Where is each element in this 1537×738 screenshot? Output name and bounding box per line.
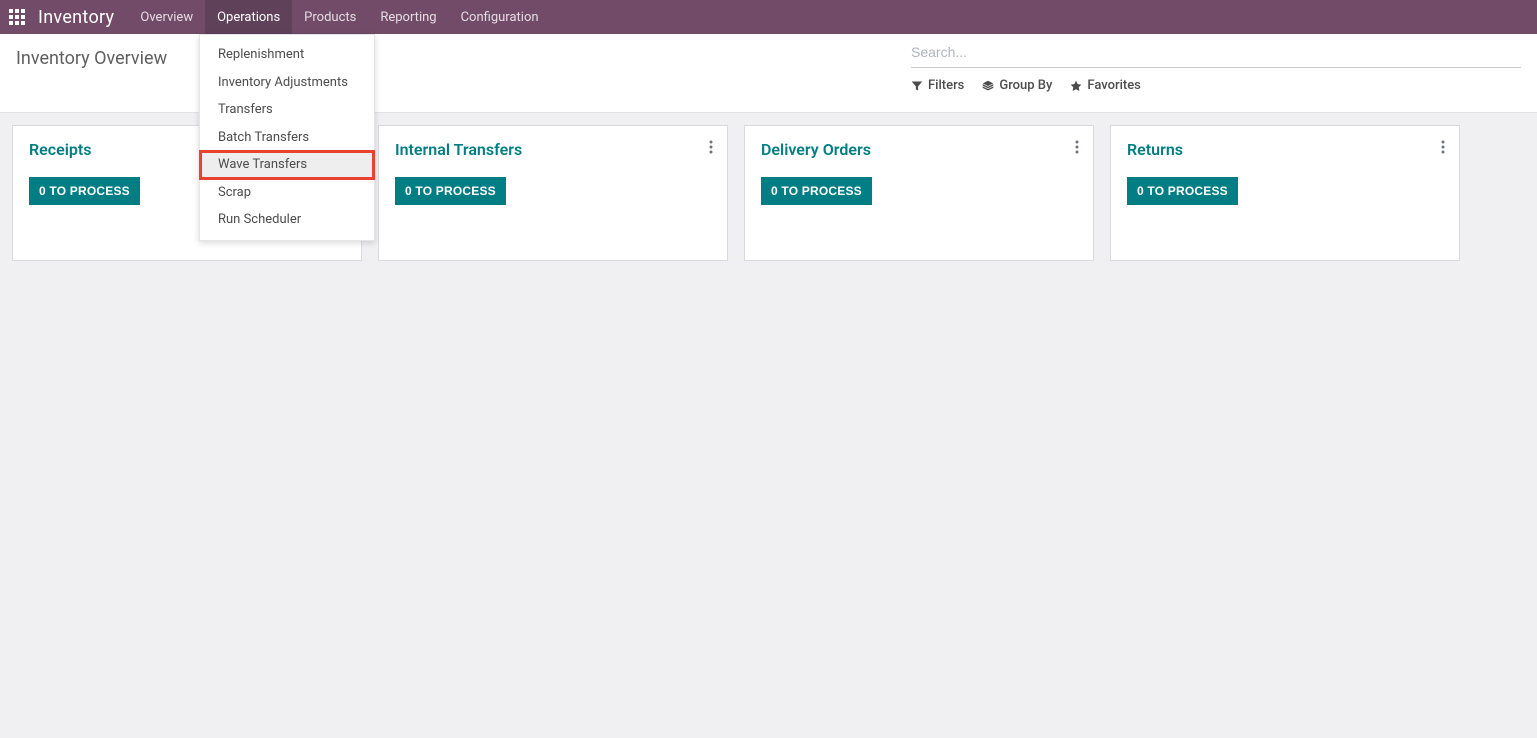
dropdown-inventory-adjustments[interactable]: Inventory Adjustments [200,69,374,97]
layers-icon [982,80,994,92]
dropdown-replenishment[interactable]: Replenishment [200,41,374,69]
card-internal-transfers[interactable]: Internal Transfers 0 TO PROCESS [378,125,728,261]
breadcrumb: Inventory Overview [16,34,167,112]
nav-menu: Overview Operations Products Reporting C… [128,0,550,34]
dots-vertical-icon [1075,140,1079,154]
apps-icon[interactable] [0,0,34,34]
search-wrap [911,44,1521,68]
card-title: Internal Transfers [395,140,711,159]
groupby-button[interactable]: Group By [982,78,1052,93]
dropdown-run-scheduler[interactable]: Run Scheduler [200,206,374,234]
filter-icon [911,80,923,92]
card-menu-button[interactable] [1437,136,1449,162]
nav-products[interactable]: Products [292,0,368,34]
card-menu-button[interactable] [1071,136,1083,162]
card-title: Returns [1127,140,1443,159]
operations-dropdown: Replenishment Inventory Adjustments Tran… [199,34,375,241]
dots-vertical-icon [709,140,713,154]
dropdown-wave-transfers[interactable]: Wave Transfers [200,151,374,179]
card-menu-button[interactable] [705,136,717,162]
dropdown-batch-transfers[interactable]: Batch Transfers [200,124,374,152]
nav-reporting[interactable]: Reporting [368,0,448,34]
app-brand[interactable]: Inventory [34,7,128,28]
star-icon [1070,80,1082,92]
search-options: Filters Group By Favorites [911,78,1521,93]
process-button[interactable]: 0 TO PROCESS [1127,177,1238,205]
dropdown-transfers[interactable]: Transfers [200,96,374,124]
dots-vertical-icon [1441,140,1445,154]
search-panel: Filters Group By Favorites [911,34,1521,112]
filters-button[interactable]: Filters [911,78,964,93]
card-delivery-orders[interactable]: Delivery Orders 0 TO PROCESS [744,125,1094,261]
nav-operations[interactable]: Operations [205,0,292,34]
apps-grid-icon [9,9,25,25]
dropdown-scrap[interactable]: Scrap [200,179,374,207]
process-button[interactable]: 0 TO PROCESS [395,177,506,205]
top-navbar: Inventory Overview Operations Products R… [0,0,1537,34]
favorites-label: Favorites [1087,78,1140,93]
favorites-button[interactable]: Favorites [1070,78,1140,93]
nav-configuration[interactable]: Configuration [449,0,551,34]
groupby-label: Group By [999,78,1052,93]
search-input[interactable] [911,44,1521,60]
filters-label: Filters [928,78,964,93]
card-returns[interactable]: Returns 0 TO PROCESS [1110,125,1460,261]
card-title: Delivery Orders [761,140,1077,159]
process-button[interactable]: 0 TO PROCESS [29,177,140,205]
nav-overview[interactable]: Overview [128,0,205,34]
page-title: Inventory Overview [16,48,167,69]
process-button[interactable]: 0 TO PROCESS [761,177,872,205]
